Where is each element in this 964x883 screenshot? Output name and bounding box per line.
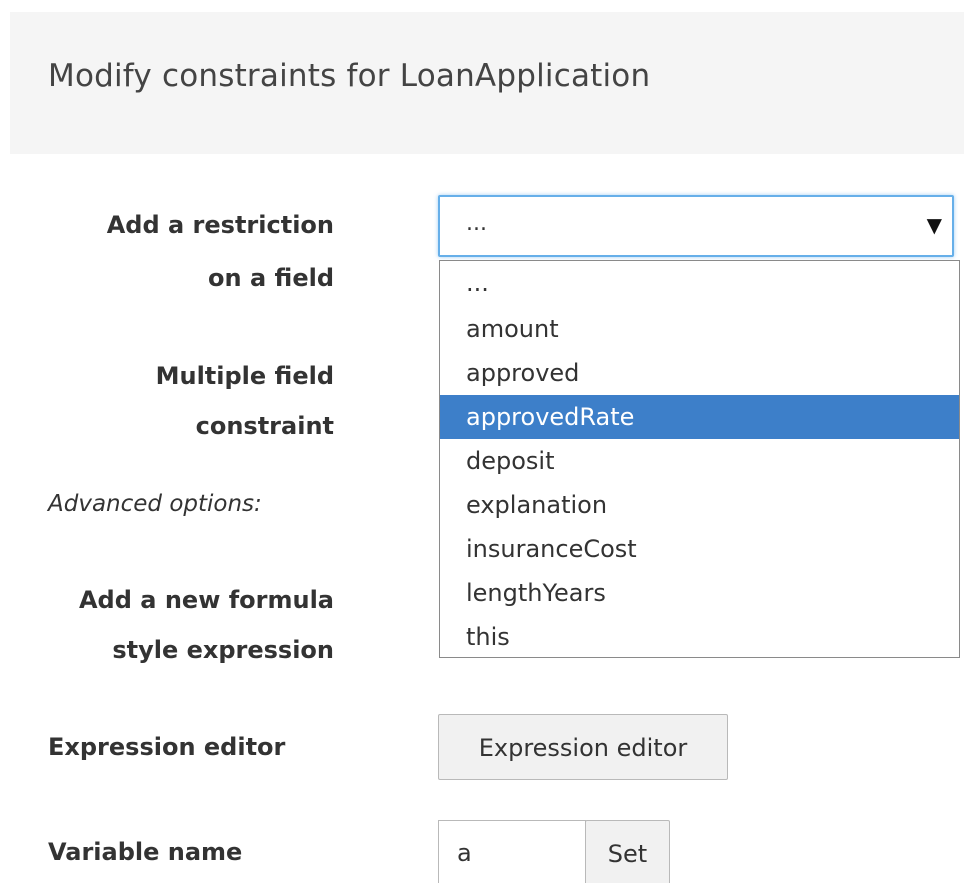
restriction-label-line1: Add a restriction bbox=[106, 211, 334, 239]
dropdown-option[interactable]: lengthYears bbox=[440, 571, 959, 615]
dropdown-option[interactable]: amount bbox=[440, 307, 959, 351]
dropdown-option[interactable]: explanation bbox=[440, 483, 959, 527]
triangle-down-icon: ▼ bbox=[926, 213, 942, 237]
variable-name-value: a bbox=[457, 839, 472, 867]
restriction-label-line2: on a field bbox=[208, 264, 334, 292]
field-select[interactable]: ... ▼ bbox=[438, 195, 954, 257]
constraint-modal: Modify constraints for LoanApplication A… bbox=[0, 0, 964, 883]
variable-name-label: Variable name bbox=[48, 838, 243, 866]
field-dropdown-list: ... amount approved approvedRate deposit… bbox=[439, 260, 960, 658]
dropdown-option[interactable]: ... bbox=[440, 263, 959, 303]
modal-title: Modify constraints for LoanApplication bbox=[48, 58, 651, 94]
multiple-field-label-line1: Multiple field bbox=[155, 362, 334, 390]
dropdown-option[interactable]: deposit bbox=[440, 439, 959, 483]
formula-label-line2: style expression bbox=[112, 636, 334, 664]
set-button[interactable]: Set bbox=[585, 820, 670, 883]
field-select-value: ... bbox=[466, 211, 487, 236]
dropdown-option[interactable]: insuranceCost bbox=[440, 527, 959, 571]
dropdown-option[interactable]: this bbox=[440, 615, 959, 659]
formula-label-line1: Add a new formula bbox=[78, 586, 334, 614]
variable-name-input[interactable]: a bbox=[438, 820, 586, 883]
expression-editor-label: Expression editor bbox=[48, 733, 286, 761]
dropdown-option[interactable]: approved bbox=[440, 351, 959, 395]
dropdown-option-highlighted[interactable]: approvedRate bbox=[440, 395, 959, 439]
advanced-options-label: Advanced options: bbox=[48, 491, 262, 517]
expression-editor-button[interactable]: Expression editor bbox=[438, 714, 728, 780]
multiple-field-label-line2: constraint bbox=[195, 412, 334, 440]
